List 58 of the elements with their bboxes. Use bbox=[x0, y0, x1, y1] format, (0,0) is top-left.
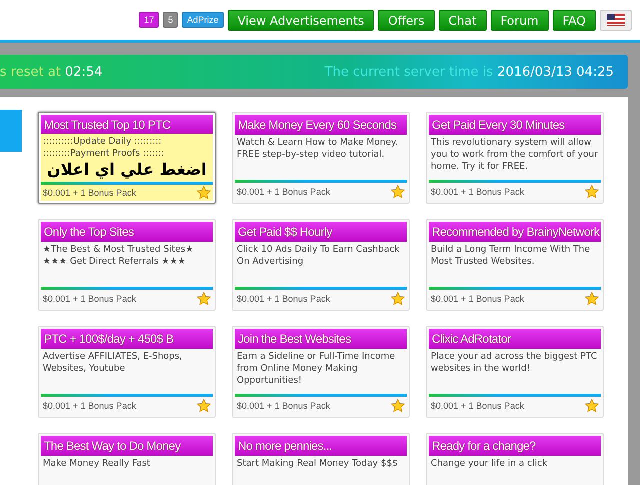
ad-description: Advertise AFFILIATES, E-Shops, Websites, Youtube bbox=[43, 352, 182, 374]
ad-description: Make Money Really Fast bbox=[43, 459, 150, 469]
ad-description: ::::::::::Update Daily ::::::::: :::::::::Payment Proofs ::::::: bbox=[43, 136, 164, 159]
flag-icon bbox=[607, 14, 625, 26]
ad-description: Build a Long Term Income With The Most Trusted Websites. bbox=[431, 245, 590, 267]
star-icon[interactable] bbox=[391, 292, 405, 306]
ad-description: Place your ad across the biggest PTC websites in the world! bbox=[431, 352, 598, 374]
ad-title: Get Paid Every 30 Minutes bbox=[429, 115, 601, 135]
ad-title: Clixic AdRotator bbox=[429, 329, 601, 349]
ad-title: Most Trusted Top 10 PTC bbox=[41, 115, 213, 134]
ad-description: Start Making Real Money Today $$$ bbox=[237, 459, 398, 469]
star-icon[interactable] bbox=[585, 292, 599, 306]
star-icon[interactable] bbox=[197, 186, 211, 200]
ad-card[interactable]: Get Paid $$ Hourly Click 10 Ads Daily To Earn Cashback On Advertising $0.001 + 1 Bonus Pack bbox=[232, 219, 410, 311]
ad-card[interactable]: Get Paid Every 30 Minutes This revolutionary system will allow you to work from the comfort of your home. Try it for FREE. $0.001 + 1 Bonus Pack bbox=[426, 112, 604, 204]
ad-price: $0.001 + 1 Bonus Pack bbox=[431, 187, 524, 197]
ad-description: This revolutionary system will allow you to work from the comfort of your home. Try it for FREE. bbox=[431, 138, 598, 172]
ad-title: No more pennies... bbox=[235, 436, 407, 456]
ad-description: Earn a Sideline or Full-Time Income from Online Money Making Opportunities! bbox=[237, 352, 396, 386]
ad-card[interactable]: Ready for a change? Change your life in a click bbox=[426, 433, 604, 485]
ad-title: Get Paid $$ Hourly bbox=[235, 222, 407, 242]
ad-description: Watch & Learn How to Make Money. FREE step-by-step video tutorial. bbox=[237, 138, 398, 160]
ad-card[interactable]: Make Money Every 60 Seconds Watch & Learn How to Make Money. FREE step-by-step video tutorial. $0.001 + 1 Bonus Pack bbox=[232, 112, 410, 204]
star-icon[interactable] bbox=[197, 292, 211, 306]
ad-title: Recommended by BrainyNetwork bbox=[429, 222, 601, 242]
ad-title: Join the Best Websites bbox=[235, 329, 407, 349]
reset-time-text: s reset at 02:54 bbox=[0, 64, 103, 80]
ad-description: ★The Best & Most Trusted Sites★ ★★★ Get Direct Referrals ★★★ bbox=[43, 245, 194, 267]
ad-title: PTC + 100$/day + 450$ B bbox=[41, 329, 213, 349]
star-icon[interactable] bbox=[391, 399, 405, 413]
ad-description: Click 10 Ads Daily To Earn Cashback On Advertising bbox=[237, 245, 400, 267]
ad-price: $0.001 + 1 Bonus Pack bbox=[43, 401, 136, 411]
ad-card[interactable]: PTC + 100$/day + 450$ B Advertise AFFILIATES, E-Shops, Websites, Youtube $0.001 + 1 Bonus Pack bbox=[38, 326, 216, 418]
counter-badge[interactable]: 17 bbox=[139, 12, 160, 28]
ad-title: Make Money Every 60 Seconds bbox=[235, 115, 407, 135]
star-icon[interactable] bbox=[585, 185, 599, 199]
ad-title: Ready for a change? bbox=[429, 436, 601, 456]
ad-price: $0.001 + 1 Bonus Pack bbox=[43, 294, 136, 304]
star-icon[interactable] bbox=[391, 185, 405, 199]
ad-card[interactable]: Recommended by BrainyNetwork Build a Long Term Income With The Most Trusted Websites. $0.001 + 1 Bonus Pack bbox=[426, 219, 604, 311]
ad-price: $0.001 + 1 Bonus Pack bbox=[237, 294, 330, 304]
star-icon[interactable] bbox=[197, 399, 211, 413]
ad-card[interactable]: Join the Best Websites Earn a Sideline or Full-Time Income from Online Money Making Opportunities! $0.001 + 1 Bonus Pack bbox=[232, 326, 410, 418]
star-icon[interactable] bbox=[585, 399, 599, 413]
ad-card[interactable]: No more pennies... Start Making Real Money Today $$$ bbox=[232, 433, 410, 485]
ad-card[interactable]: Clixic AdRotator Place your ad across the biggest PTC websites in the world! $0.001 + 1 Bonus Pack bbox=[426, 326, 604, 418]
ad-price: $0.001 + 1 Bonus Pack bbox=[431, 294, 524, 304]
ad-price: $0.001 + 1 Bonus Pack bbox=[431, 401, 524, 411]
ad-title: The Best Way to Do Money bbox=[41, 436, 213, 456]
ad-title: Only the Top Sites bbox=[41, 222, 213, 242]
ad-card[interactable]: The Best Way to Do Money Make Money Really Fast bbox=[38, 433, 216, 485]
ad-description: Change your life in a click bbox=[431, 459, 548, 469]
ad-card[interactable]: Only the Top Sites ★The Best & Most Trusted Sites★ ★★★ Get Direct Referrals ★★★ $0.001 + 1 Bonus Pack bbox=[38, 219, 216, 311]
ad-price: $0.001 + 1 Bonus Pack bbox=[237, 401, 330, 411]
ad-arabic-text: اضغط علي اي اعلان bbox=[46, 160, 208, 180]
ad-price: $0.001 + 1 Bonus Pack bbox=[237, 187, 330, 197]
ad-price: $0.001 + 1 Bonus Pack bbox=[43, 188, 136, 198]
language-button[interactable] bbox=[600, 10, 632, 30]
